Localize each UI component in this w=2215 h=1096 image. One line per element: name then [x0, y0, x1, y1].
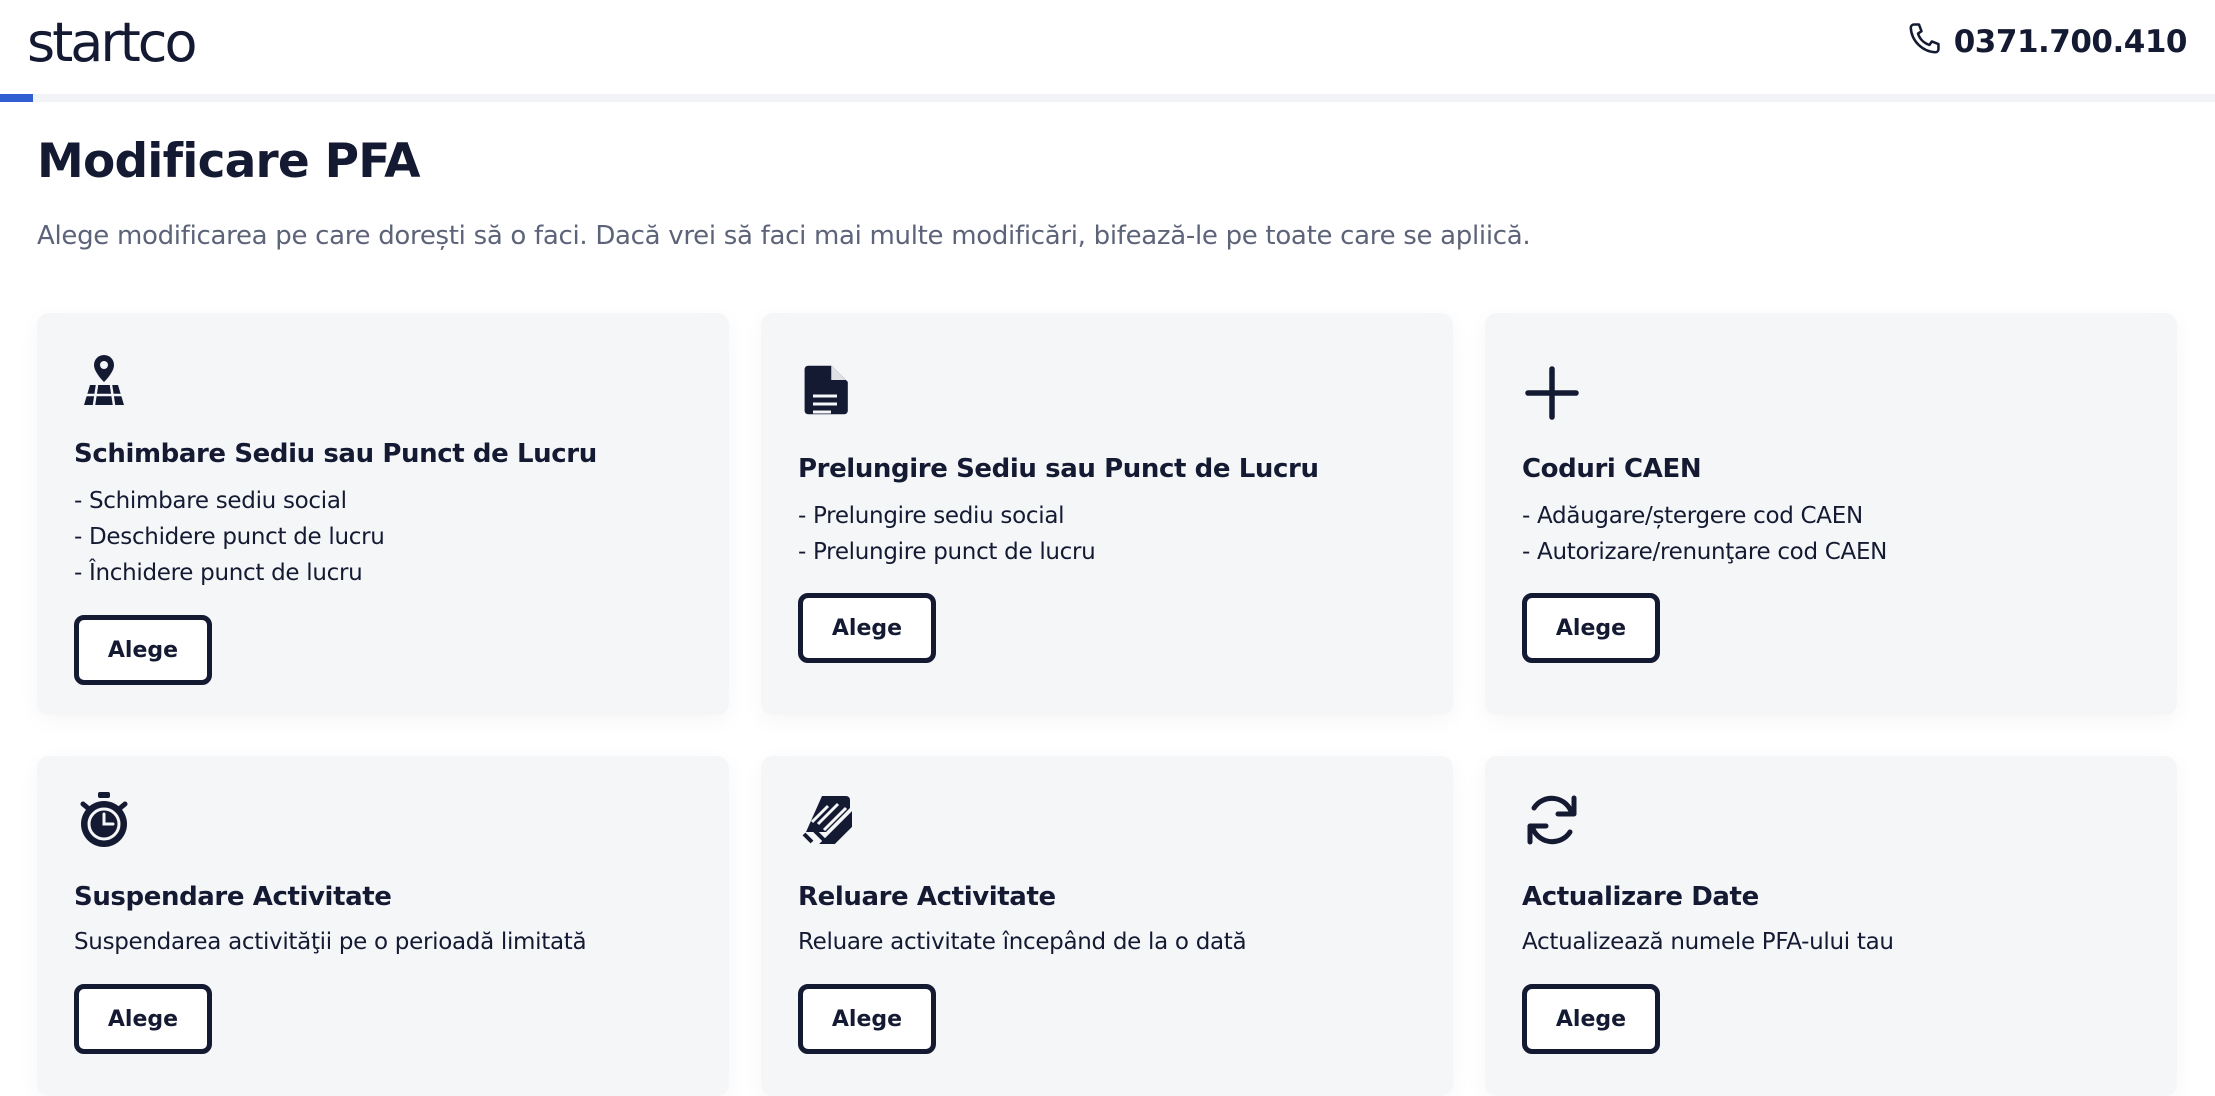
card-description: Reluare activitate începând de la o dată [798, 929, 1247, 955]
option-card-schimbare-sediu[interactable]: Schimbare Sediu sau Punct de Lucru - Sch… [37, 313, 729, 715]
card-feature-list: - Adăugare/ștergere cod CAEN - Autorizar… [1522, 498, 1887, 570]
option-card-coduri-caen[interactable]: Coduri CAEN - Adăugare/ștergere cod CAEN… [1485, 313, 2177, 715]
card-feature-item: - Închidere punct de lucru [74, 560, 363, 586]
card-title: Actualizare Date [1522, 882, 1759, 912]
phone-number: 0371.700.410 [1953, 24, 2188, 60]
choose-button[interactable]: Alege [1522, 984, 1660, 1054]
document-icon [798, 363, 858, 423]
progress-bar-fill [0, 94, 34, 102]
option-card-suspendare[interactable]: Suspendare Activitate Suspendarea activi… [37, 756, 729, 1096]
card-title: Suspendare Activitate [74, 882, 392, 912]
card-feature-item: - Autorizare/renunţare cod CAEN [1522, 539, 1888, 565]
phone-icon [1906, 19, 1944, 65]
choose-button[interactable]: Alege [1522, 593, 1660, 663]
card-description: Suspendarea activităţii pe o perioadă li… [74, 929, 587, 955]
choose-button[interactable]: Alege [798, 984, 936, 1054]
card-title: Coduri CAEN [1522, 454, 1702, 484]
startco-logo[interactable]: startco [27, 8, 197, 78]
card-title: Reluare Activitate [798, 882, 1056, 912]
refresh-icon [1522, 790, 1582, 850]
card-feature-item: - Prelungire sediu social [798, 503, 1065, 529]
card-feature-item: - Adăugare/ștergere cod CAEN [1522, 503, 1863, 529]
card-feature-list: - Prelungire sediu social - Prelungire p… [798, 498, 1096, 570]
card-feature-item: - Schimbare sediu social [74, 488, 347, 514]
card-title: Schimbare Sediu sau Punct de Lucru [74, 439, 597, 469]
resume-icon [798, 790, 858, 850]
progress-bar [0, 94, 2215, 102]
phone-contact[interactable]: 0371.700.410 [1906, 19, 2188, 65]
card-description: Actualizează numele PFA-ului tau [1522, 929, 1894, 955]
plus-icon [1522, 363, 1582, 423]
option-card-reluare[interactable]: Reluare Activitate Reluare activitate în… [761, 756, 1453, 1096]
choose-button[interactable]: Alege [74, 984, 212, 1054]
choose-button[interactable]: Alege [798, 593, 936, 663]
card-feature-item: - Prelungire punct de lucru [798, 539, 1096, 565]
choose-button[interactable]: Alege [74, 615, 212, 685]
stopwatch-icon [74, 790, 134, 850]
card-title: Prelungire Sediu sau Punct de Lucru [798, 454, 1319, 484]
option-card-actualizare[interactable]: Actualizare Date Actualizează numele PFA… [1485, 756, 2177, 1096]
map-pin-icon [74, 349, 134, 409]
card-feature-list: - Schimbare sediu social - Deschidere pu… [74, 483, 385, 591]
page-subtitle: Alege modificarea pe care dorești să o f… [37, 221, 1531, 251]
page-title: Modificare PFA [37, 134, 421, 189]
site-header: startco 0371.700.410 [0, 0, 2215, 94]
option-card-prelungire-sediu[interactable]: Prelungire Sediu sau Punct de Lucru - Pr… [761, 313, 1453, 715]
card-feature-item: - Deschidere punct de lucru [74, 524, 385, 550]
